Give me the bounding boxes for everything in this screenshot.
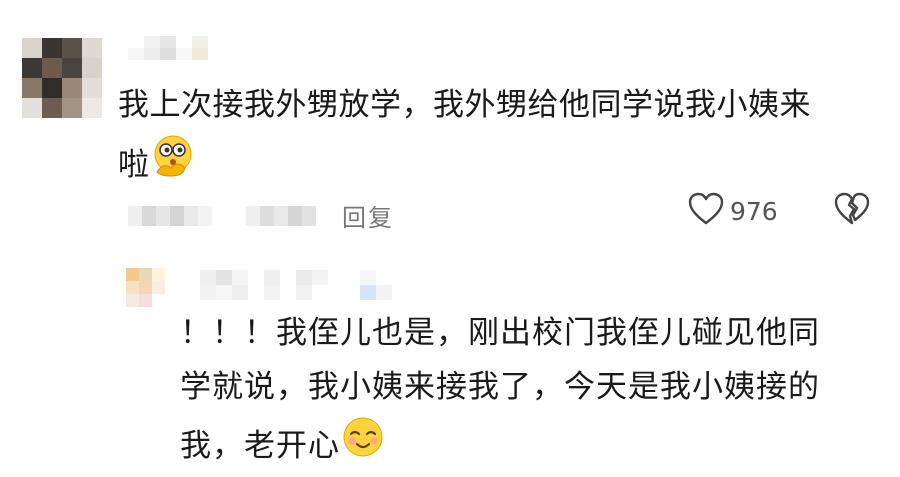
- heart-icon: [688, 192, 724, 230]
- reply-line-1: ！！！我侄儿也是，刚出校门我侄儿碰见他同: [180, 315, 820, 351]
- thinking-face-emoji-icon: [149, 132, 197, 197]
- location-blurred: [246, 205, 316, 226]
- broken-heart-icon: [834, 192, 870, 230]
- comment-meta-row: 回复: [128, 198, 394, 233]
- comment-text-line1: 我上次接我外甥放学，我外甥给他同学说我小姨来: [118, 87, 811, 123]
- commenter-avatar[interactable]: [22, 38, 102, 118]
- comment-text: 我上次接我外甥放学，我外甥给他同学说我小姨来: [118, 78, 878, 132]
- replier-avatar[interactable]: [126, 268, 165, 307]
- like-count: 976: [730, 196, 778, 226]
- reply-button[interactable]: 回复: [342, 198, 394, 233]
- comment-text-line2: 啦: [118, 146, 149, 183]
- smiling-face-emoji-icon: [340, 414, 386, 477]
- reply-text: ！！！我侄儿也是，刚出校门我侄儿碰见他同 学就说，我小姨来接我了，今天是我小姨接…: [180, 306, 880, 477]
- timestamp-blurred: [128, 205, 212, 226]
- dislike-button[interactable]: [834, 192, 870, 230]
- reply-line-2: 学就说，我小姨来接我了，今天是我小姨接的: [180, 369, 820, 405]
- reply-line-3-wrap: 我，老开心: [180, 414, 880, 477]
- like-button[interactable]: 976: [688, 192, 778, 230]
- reply-line-3: 我，老开心: [180, 427, 340, 464]
- comment-text-second-line: 啦: [118, 132, 197, 197]
- commenter-username-blurred[interactable]: [128, 36, 224, 60]
- replier-username-blurred[interactable]: [184, 270, 408, 300]
